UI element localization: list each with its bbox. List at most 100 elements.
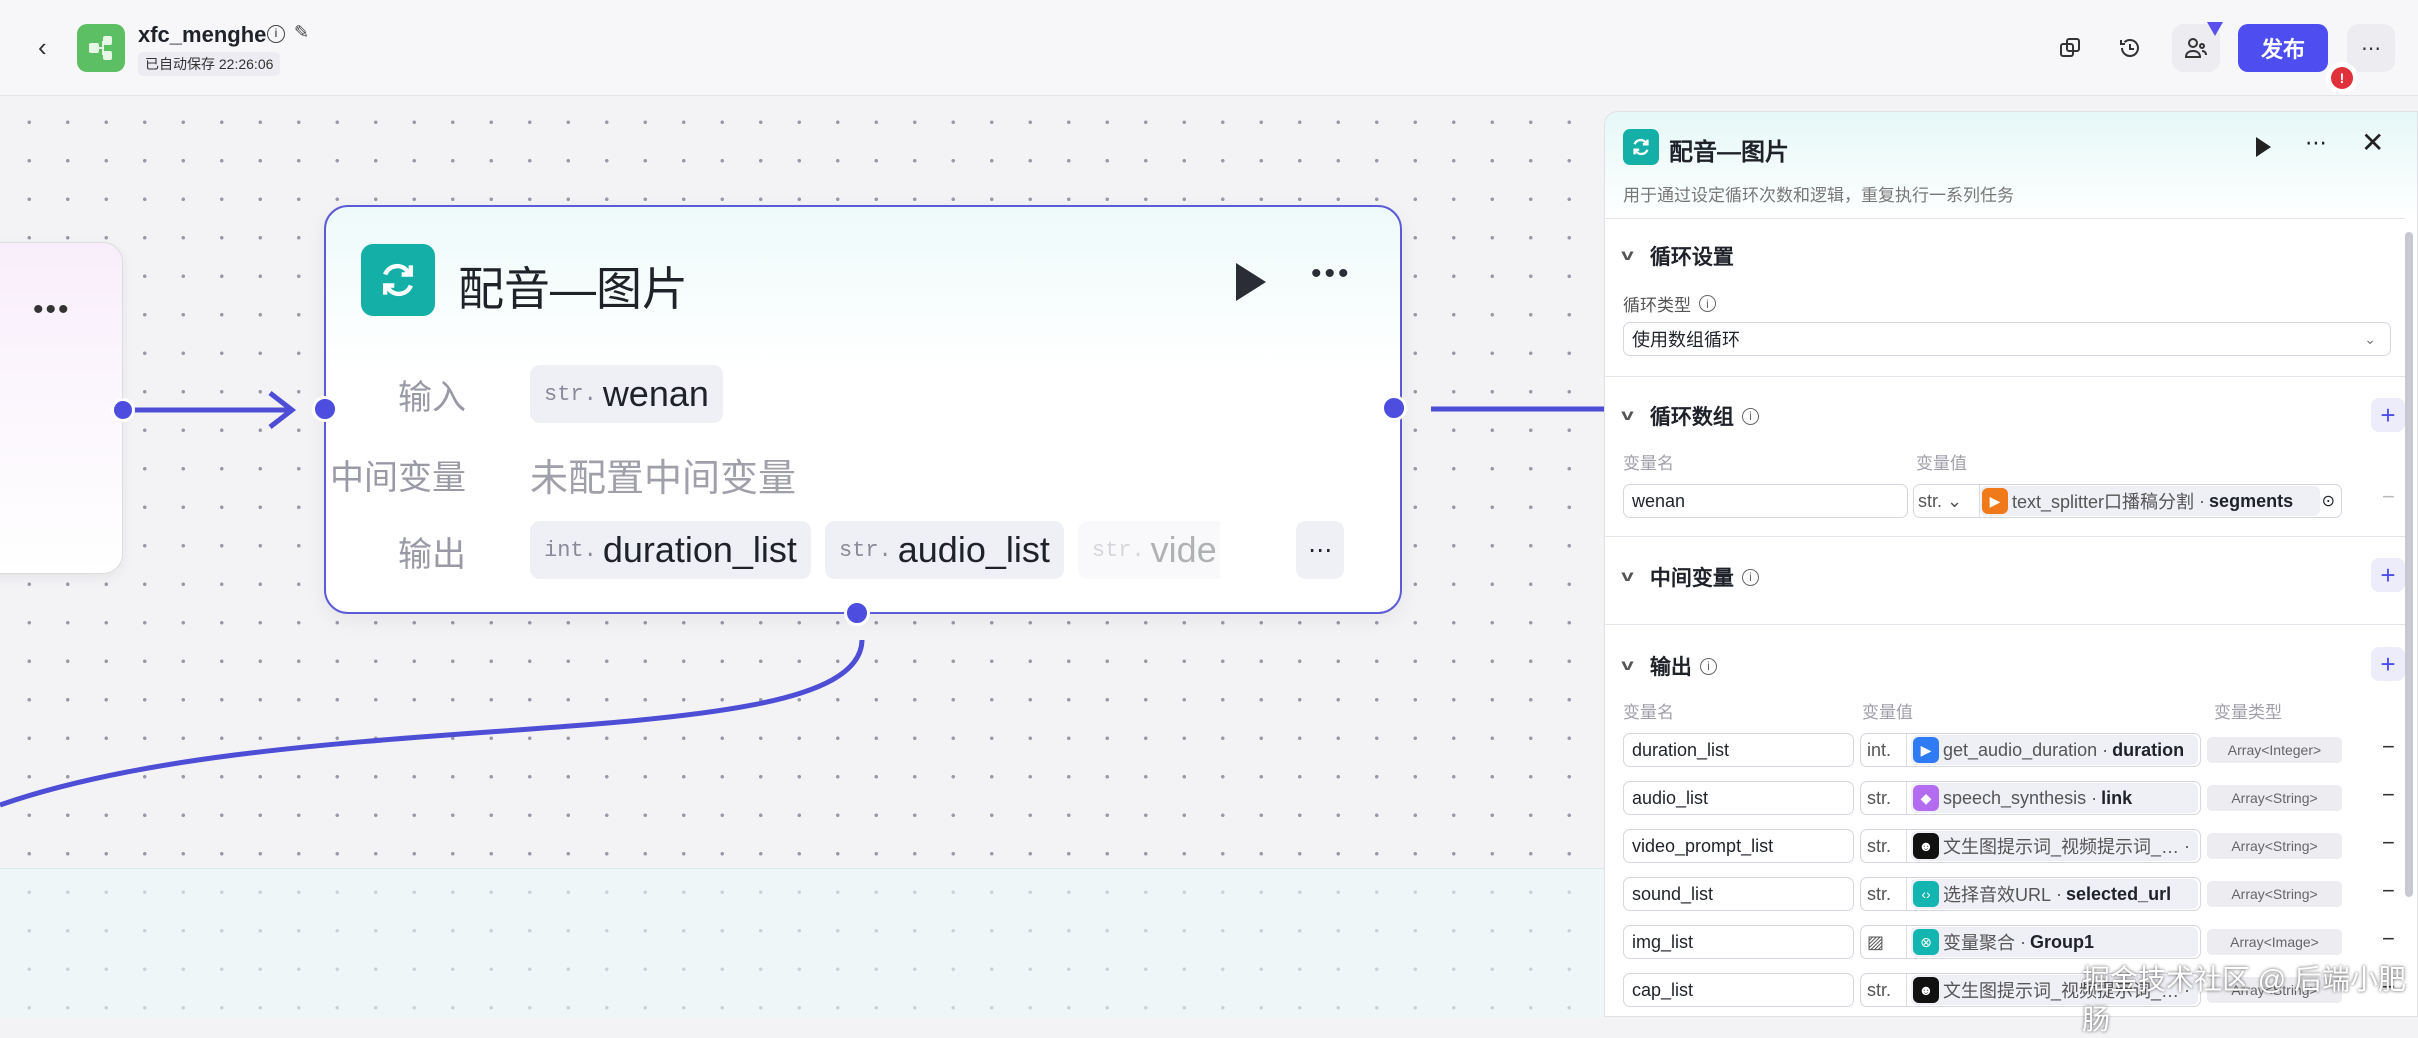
remove-output-button[interactable]: − [2382, 878, 2395, 904]
output-value[interactable]: str. ◆ speech_synthesis · link [1860, 781, 2201, 815]
remove-row-button[interactable]: − [2382, 484, 2395, 510]
output-name-input[interactable]: sound_list [1623, 877, 1854, 911]
add-loop-array-button[interactable]: + [2371, 398, 2405, 432]
section-title: 输出 [1649, 656, 1692, 679]
label-text: 循环类型 [1623, 296, 1691, 315]
type-tag: str. [1918, 490, 1943, 511]
variable-picker-icon[interactable]: ⊙ [2322, 491, 2335, 511]
source-field: segments [2209, 490, 2294, 511]
error-alert-icon[interactable]: ! [2326, 62, 2358, 94]
variable-reference[interactable]: ☻ 文生图提示词_视频提示词_… · [1911, 831, 2198, 861]
add-intermediate-button[interactable]: + [2371, 558, 2405, 592]
edge-arrow [123, 391, 297, 429]
history-icon[interactable] [2110, 28, 2150, 68]
output-value[interactable]: int. ▶ get_audio_duration · duration [1860, 733, 2201, 767]
info-icon[interactable]: i [1699, 295, 1716, 312]
info-icon[interactable]: i [1699, 657, 1717, 675]
close-icon[interactable]: ✕ [2361, 126, 2384, 159]
variable-reference[interactable]: ▶ get_audio_duration · duration [1911, 735, 2198, 765]
panel-title[interactable]: 配音—图片 [1669, 132, 1789, 167]
remove-output-button[interactable]: − [2382, 782, 2395, 808]
type-tag: str. [544, 381, 597, 407]
output-name-input[interactable]: img_list [1623, 925, 1854, 959]
var-name: audio_list [897, 529, 1050, 570]
type-tag: str. [1867, 878, 1907, 910]
source-node: 选择音效URL [1943, 885, 2052, 905]
more-outputs-button[interactable]: ⋯ [1296, 521, 1344, 579]
remove-output-button[interactable]: − [2382, 830, 2395, 856]
variable-reference[interactable]: ▶ text_splitter口播稿分割 · segments [1980, 486, 2320, 516]
output-port[interactable] [1381, 395, 1407, 421]
output-type-badge: Array<String> [2207, 881, 2342, 907]
loop-var-name-input[interactable]: wenan [1623, 484, 1908, 518]
section-outputs[interactable]: v 输出 i [1621, 651, 1717, 681]
var-name: vide [1150, 529, 1217, 570]
output-value[interactable]: ▨ ⊗ 变量聚合 · Group1 [1860, 925, 2201, 959]
variable-reference[interactable]: ‹› 选择音效URL · selected_url [1911, 879, 2198, 909]
source-field: Group1 [2030, 931, 2095, 952]
remove-output-button[interactable]: − [2382, 734, 2395, 760]
output-var: str. audio_list [824, 521, 1064, 579]
section-intermediate[interactable]: v 中间变量 i [1621, 562, 1759, 592]
image-type-icon: ▨ [1867, 926, 1907, 958]
output-value[interactable]: str. ‹› 选择音效URL · selected_url [1860, 877, 2201, 911]
loop-node[interactable]: 配音—图片 ••• 输入 str. wenan 中间变量 未配置中间变量 输出 i… [324, 205, 1402, 614]
panel-scrollbar[interactable] [2405, 232, 2413, 897]
section-loop-settings[interactable]: v 循环设置 [1621, 241, 1734, 271]
output-type-badge: Array<Image> [2207, 929, 2342, 955]
output-name-input[interactable]: cap_list [1623, 973, 1854, 1007]
chevron-down-icon: v [1621, 247, 1634, 264]
variable-reference[interactable]: ◆ speech_synthesis · link [1911, 783, 2198, 813]
intermediate-empty: 未配置中间变量 [530, 458, 797, 500]
source-node: 变量聚合 [1943, 933, 2015, 953]
output-name-input[interactable]: duration_list [1623, 733, 1854, 767]
col-header-type: 变量类型 [2214, 703, 2282, 722]
loop-type-label: 循环类型 i [1623, 291, 1716, 316]
source-node-icon: ☻ [1913, 977, 1939, 1003]
node-more-icon[interactable]: ••• [33, 293, 71, 327]
run-icon[interactable] [2256, 137, 2271, 157]
input-var: str. wenan [530, 365, 723, 423]
more-icon[interactable]: ⋯ [2305, 130, 2327, 156]
input-port[interactable] [312, 396, 338, 422]
remove-output-button[interactable]: − [2382, 926, 2395, 952]
previous-node[interactable]: ••• [0, 242, 123, 574]
source-field: link [2101, 787, 2133, 808]
node-more-icon[interactable]: ••• [1311, 257, 1352, 291]
add-output-button[interactable]: + [2371, 647, 2405, 681]
source-node-icon: ☻ [1913, 833, 1939, 859]
source-node-icon: ◆ [1913, 785, 1939, 811]
info-icon[interactable]: i [1741, 568, 1759, 586]
section-title: 中间变量 [1649, 567, 1734, 590]
type-select[interactable]: str. ⌄ [1918, 485, 1980, 517]
output-type-badge: Array<String> [2207, 833, 2342, 859]
source-node: speech_synthesis [1943, 787, 2087, 808]
type-tag: str. [1091, 537, 1145, 563]
run-icon[interactable] [1236, 263, 1266, 301]
loop-type-select[interactable]: 使用数组循环 ⌄ [1623, 322, 2391, 356]
publish-button[interactable]: 发布 [2238, 24, 2328, 72]
var-name: wenan [602, 373, 709, 414]
input-label: 输入 [398, 379, 466, 417]
output-vars: int. duration_list str. audio_list str. vid… [530, 521, 1220, 579]
loop-var-value[interactable]: str. ⌄ ▶ text_splitter口播稿分割 · segments ⊙ [1913, 484, 2342, 518]
source-node-icon: ⊗ [1913, 929, 1939, 955]
info-icon[interactable]: i [1741, 407, 1759, 425]
output-port[interactable] [111, 398, 135, 422]
variable-reference[interactable]: ⊗ 变量聚合 · Group1 [1911, 927, 2198, 957]
loop-body-port[interactable] [844, 600, 870, 626]
output-value[interactable]: str. ☻ 文生图提示词_视频提示词_… · [1860, 829, 2201, 863]
source-node: text_splitter口播稿分割 [2012, 492, 2195, 512]
copy-icon[interactable] [2050, 28, 2090, 68]
selected-value: 使用数组循环 [1632, 330, 1740, 350]
output-type-badge: Array<Integer> [2207, 737, 2342, 763]
section-loop-array[interactable]: v 循环数组 i [1621, 401, 1759, 431]
section-title: 循环数组 [1649, 406, 1734, 429]
output-name-input[interactable]: audio_list [1623, 781, 1854, 815]
loop-icon [361, 244, 435, 316]
loop-icon [1623, 129, 1659, 165]
text-splitter-icon: ▶ [1982, 488, 2008, 514]
more-options-button[interactable]: ⋯ [2347, 24, 2395, 72]
output-name-input[interactable]: video_prompt_list [1623, 829, 1854, 863]
chevron-down-icon: v [1621, 657, 1634, 674]
